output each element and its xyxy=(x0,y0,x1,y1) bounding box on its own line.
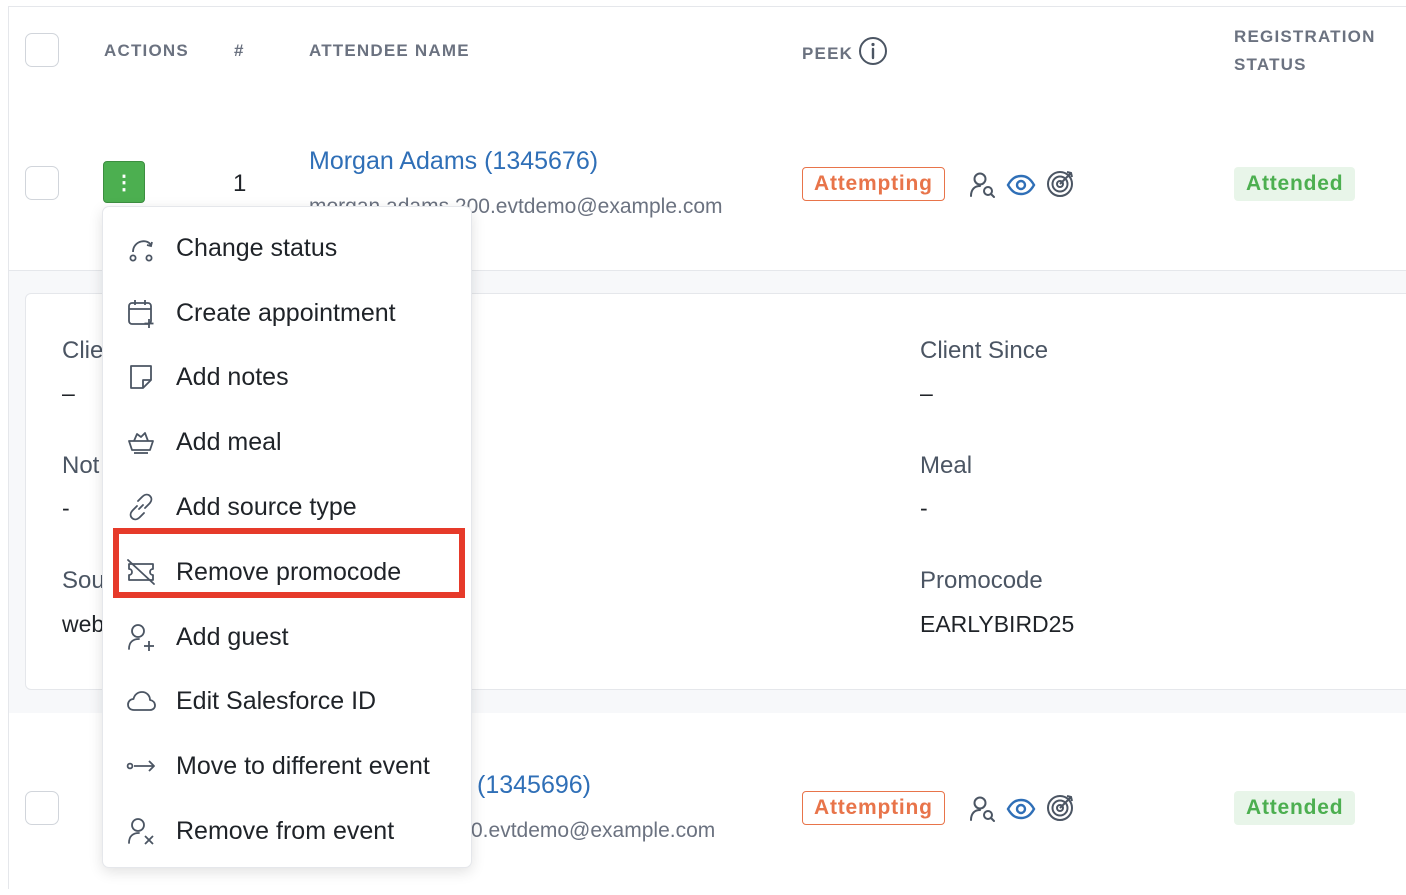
user-search-icon[interactable] xyxy=(967,169,999,201)
calendar-plus-icon xyxy=(128,300,154,328)
info-icon[interactable] xyxy=(857,35,889,67)
detail-label-client: Clie xyxy=(62,337,102,364)
row-checkbox[interactable] xyxy=(25,166,59,200)
sticky-note-icon xyxy=(130,365,152,389)
header-registration-status-1: REGISTRATION xyxy=(1234,27,1376,46)
select-all-checkbox[interactable] xyxy=(25,33,59,67)
menu-item-add-meal[interactable]: Add meal xyxy=(103,410,473,474)
cloud-icon xyxy=(127,691,156,711)
detail-value-client-since: – xyxy=(920,380,933,406)
eye-icon[interactable] xyxy=(1005,793,1037,825)
row-actions-button[interactable]: ⋮ xyxy=(103,161,145,203)
link-icon xyxy=(129,493,153,521)
detail-value-meal: - xyxy=(920,495,928,521)
menu-item-label: Add notes xyxy=(176,362,289,391)
menu-item-change-status[interactable]: Change status xyxy=(103,216,473,280)
row-checkbox[interactable] xyxy=(25,791,59,825)
menu-item-label: Add meal xyxy=(176,427,282,456)
peek-status-badge: Attempting xyxy=(802,167,945,201)
registration-status-badge: Attended xyxy=(1234,791,1356,825)
menu-item-label: Edit Salesforce ID xyxy=(176,686,377,715)
header-actions: ACTIONS xyxy=(104,41,189,60)
change-status-icon xyxy=(129,240,153,262)
detail-value-source: web xyxy=(62,611,105,637)
move-arrow-icon xyxy=(126,760,155,772)
meal-bowl-icon xyxy=(128,432,154,454)
menu-item-label: Create appointment xyxy=(176,298,396,327)
menu-item-move-to-different-event[interactable]: Move to different event xyxy=(103,734,473,798)
menu-item-label: Add guest xyxy=(176,622,289,651)
detail-label-source: Sou xyxy=(62,567,105,594)
user-search-icon[interactable] xyxy=(967,793,999,825)
registration-status-badge: Attended xyxy=(1234,167,1356,201)
row-number: 1 xyxy=(233,170,247,197)
menu-item-label: Add source type xyxy=(176,492,357,521)
header-peek: PEEK xyxy=(802,44,854,63)
target-icon[interactable] xyxy=(1045,791,1077,823)
menu-item-add-guest[interactable]: Add guest xyxy=(103,605,473,669)
user-plus-icon xyxy=(128,624,154,651)
attendee-name-link[interactable]: (1345696) xyxy=(477,771,591,800)
header-registration-status-2: STATUS xyxy=(1234,55,1307,74)
menu-item-add-notes[interactable]: Add notes xyxy=(103,345,473,409)
user-x-icon xyxy=(128,818,154,845)
menu-item-label: Change status xyxy=(176,233,338,262)
menu-item-edit-salesforce-id[interactable]: Edit Salesforce ID xyxy=(103,669,473,733)
header-number: # xyxy=(234,41,245,60)
eye-icon[interactable] xyxy=(1005,169,1037,201)
detail-value-promocode: EARLYBIRD25 xyxy=(920,611,1075,637)
target-icon[interactable] xyxy=(1045,167,1077,199)
detail-value-notes: - xyxy=(62,495,70,521)
attendee-name-link[interactable]: Morgan Adams (1345676) xyxy=(309,147,598,176)
table-header: ACTIONS # ATTENDEE NAME PEEK REGISTRATIO… xyxy=(9,7,1406,96)
menu-item-label: Move to different event xyxy=(176,751,430,780)
detail-label-notes: Not xyxy=(62,452,100,479)
detail-label-client-since: Client Since xyxy=(920,337,1049,364)
menu-item-remove-from-event[interactable]: Remove from event xyxy=(103,799,473,863)
menu-item-label: Remove from event xyxy=(176,816,395,845)
detail-label-meal: Meal xyxy=(920,452,973,479)
detail-label-promocode: Promocode xyxy=(920,567,1043,594)
header-attendee-name[interactable]: ATTENDEE NAME xyxy=(309,41,470,61)
menu-item-create-appointment[interactable]: Create appointment xyxy=(103,281,473,345)
detail-value-client: – xyxy=(62,380,75,406)
attendee-email: 0.evtdemo@example.com xyxy=(471,819,716,842)
highlight-box xyxy=(113,528,465,598)
row-actions-menu: Change status Create appointment Add not… xyxy=(102,206,472,868)
peek-status-badge: Attempting xyxy=(802,791,945,825)
